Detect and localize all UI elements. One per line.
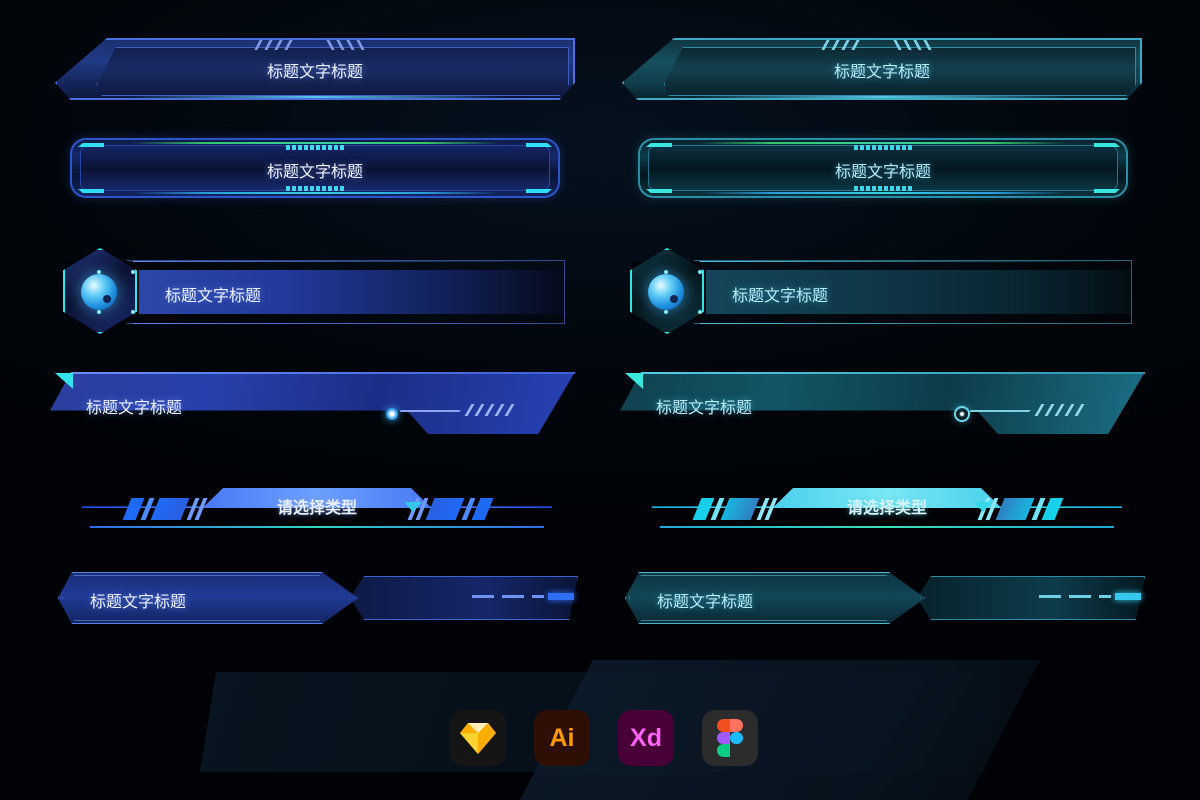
adobe-xd-logo-label: Xd bbox=[630, 723, 662, 752]
capsule-title: 标题文字标题 bbox=[266, 164, 364, 181]
figma-mark bbox=[717, 719, 743, 758]
badge-title: 标题文字标题 bbox=[165, 288, 262, 305]
bottom-glow-line bbox=[694, 96, 1070, 98]
hash-marks-right-icon bbox=[324, 40, 375, 50]
dash-segment bbox=[502, 595, 524, 598]
top-dot-segments bbox=[854, 145, 912, 150]
arrow-title: 标题文字标题 bbox=[90, 594, 187, 611]
top-stroke bbox=[641, 372, 1145, 374]
hex-node-icon bbox=[131, 270, 135, 274]
hash-marks-left-icon bbox=[252, 40, 303, 50]
status-dot-icon bbox=[386, 408, 398, 420]
chevron-down-icon[interactable] bbox=[974, 502, 992, 512]
rounded-capsule-bar-blue[interactable]: 标题文字标题 bbox=[70, 138, 560, 198]
screen-root: 标题文字标题 标题文字标题 标题文字标题 标题文字标题 标题文字标题 标题文字标… bbox=[0, 0, 1200, 800]
banner-title: 标题文字标题 bbox=[266, 64, 364, 81]
bottom-accent-line bbox=[698, 192, 1068, 194]
figma-logo-icon bbox=[702, 710, 758, 766]
dash-segment bbox=[1069, 595, 1091, 598]
rounded-capsule-bar-cyan[interactable]: 标题文字标题 bbox=[638, 138, 1128, 198]
bottom-dot-segments bbox=[854, 186, 912, 191]
top-dot-segments bbox=[286, 145, 344, 150]
notch-line bbox=[969, 410, 1031, 412]
banner-title: 标题文字标题 bbox=[833, 64, 931, 81]
select-bottom-line bbox=[90, 526, 544, 528]
dropdown-select-cyan[interactable]: 请选择类型 bbox=[652, 482, 1122, 532]
select-value: 请选择类型 bbox=[846, 500, 928, 517]
badge-title: 标题文字标题 bbox=[732, 288, 829, 305]
select-bottom-line bbox=[660, 526, 1114, 528]
bottom-dot-segments bbox=[286, 186, 344, 191]
hex-node-icon bbox=[664, 270, 668, 274]
dash-segment bbox=[1039, 595, 1061, 598]
dash-segment bbox=[1099, 595, 1111, 598]
end-indicator bbox=[548, 593, 574, 600]
illustrator-logo-icon: Ai bbox=[534, 710, 590, 766]
hash-marks-icon bbox=[464, 404, 524, 416]
bottom-glow-line bbox=[127, 96, 503, 98]
status-dot-icon bbox=[956, 408, 968, 420]
end-indicator bbox=[1115, 593, 1141, 600]
select-value: 请选择类型 bbox=[276, 500, 358, 517]
dropdown-select-blue[interactable]: 请选择类型 bbox=[82, 482, 552, 532]
sketch-logo-icon bbox=[450, 710, 506, 766]
hash-marks-right-icon bbox=[891, 40, 942, 50]
slanted-parallelogram-bar-cyan[interactable]: 标题文字标题 bbox=[620, 372, 1145, 434]
arrow-label-bar-cyan[interactable]: 标题文字标题 bbox=[625, 572, 1145, 624]
adobe-xd-logo-icon: Xd bbox=[618, 710, 674, 766]
capsule-title: 标题文字标题 bbox=[834, 164, 932, 181]
arrow-label-bar-blue[interactable]: 标题文字标题 bbox=[58, 572, 578, 624]
hexagon-badge-bar-blue[interactable]: 标题文字标题 bbox=[55, 248, 565, 334]
angled-trapezoid-banner-blue[interactable]: 标题文字标题 bbox=[55, 38, 575, 100]
hexagon-badge-bar-cyan[interactable]: 标题文字标题 bbox=[622, 248, 1132, 334]
dash-segment bbox=[472, 595, 494, 598]
hash-marks-left-icon bbox=[819, 40, 870, 50]
top-stroke bbox=[71, 372, 575, 374]
top-accent-line bbox=[698, 142, 1068, 144]
top-accent-line bbox=[130, 142, 500, 144]
hex-node-icon bbox=[664, 310, 668, 314]
trailing-bar bbox=[917, 576, 1145, 620]
hex-node-icon bbox=[698, 310, 702, 314]
parallelogram-title: 标题文字标题 bbox=[656, 400, 753, 417]
hex-node-icon bbox=[131, 310, 135, 314]
notch-line bbox=[399, 410, 461, 412]
parallelogram-title: 标题文字标题 bbox=[86, 400, 183, 417]
hex-node-icon bbox=[97, 310, 101, 314]
hash-marks-icon bbox=[1034, 404, 1094, 416]
format-logo-strip: Ai Xd bbox=[450, 710, 758, 766]
hex-node-icon bbox=[97, 270, 101, 274]
hex-node-icon bbox=[698, 270, 702, 274]
bottom-accent-line bbox=[130, 192, 500, 194]
glow-orb-icon bbox=[648, 274, 684, 310]
slanted-parallelogram-bar-blue[interactable]: 标题文字标题 bbox=[50, 372, 575, 434]
arrow-title: 标题文字标题 bbox=[657, 594, 754, 611]
angled-trapezoid-banner-cyan[interactable]: 标题文字标题 bbox=[622, 38, 1142, 100]
illustrator-logo-label: Ai bbox=[549, 723, 575, 752]
glow-orb-icon bbox=[81, 274, 117, 310]
dash-segment bbox=[532, 595, 544, 598]
chevron-down-icon[interactable] bbox=[404, 502, 422, 512]
trailing-bar bbox=[350, 576, 578, 620]
